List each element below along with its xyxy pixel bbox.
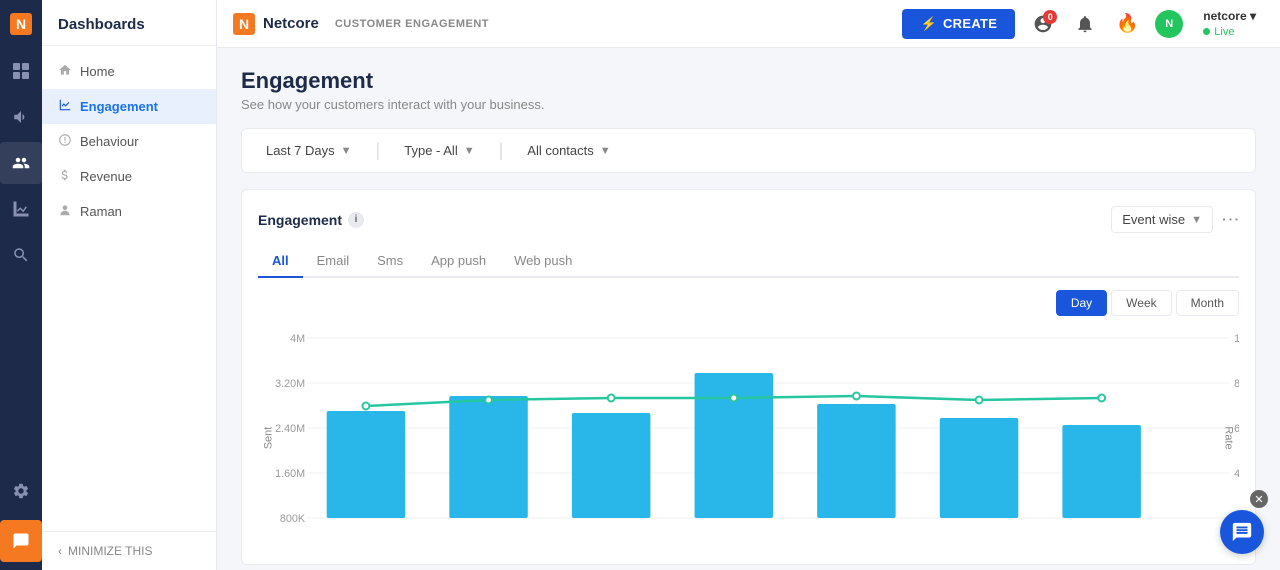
svg-text:Rate: Rate bbox=[1222, 426, 1234, 449]
svg-text:4M: 4M bbox=[290, 333, 305, 345]
search-zoom-icon[interactable] bbox=[0, 234, 42, 276]
account-icon-button[interactable]: 0 bbox=[1027, 8, 1059, 40]
chart-tabs: All Email Sms App push Web push bbox=[258, 245, 1239, 278]
grid-icon[interactable] bbox=[0, 50, 42, 92]
chart-header: Engagement i Event wise ▼ ⋮ bbox=[258, 206, 1239, 233]
filter-separator-2: | bbox=[499, 140, 504, 161]
chevron-down-icon: ▼ bbox=[341, 145, 352, 157]
svg-text:2.40M: 2.40M bbox=[275, 423, 305, 435]
type-chevron-icon: ▼ bbox=[464, 145, 475, 157]
raman-icon bbox=[58, 203, 72, 220]
topbar-icons: 0 🔥 N netcore ▾ Live bbox=[1027, 5, 1264, 42]
create-button[interactable]: ⚡ CREATE bbox=[902, 9, 1015, 39]
page-title: Engagement bbox=[241, 68, 1256, 94]
engagement-chart-card: Engagement i Event wise ▼ ⋮ All Email Sm… bbox=[241, 189, 1256, 565]
home-icon bbox=[58, 63, 72, 80]
tab-email[interactable]: Email bbox=[303, 245, 364, 278]
chart-area: 4M 3.20M 2.40M 1.60M 800K 100% 80% 60% 4… bbox=[258, 328, 1239, 548]
contacts-chevron-icon: ▼ bbox=[600, 145, 611, 157]
time-period-buttons: Day Week Month bbox=[258, 290, 1239, 316]
topbar-brand: N Netcore CUSTOMER ENGAGEMENT bbox=[233, 13, 489, 35]
user-chip[interactable]: netcore ▾ Live bbox=[1195, 5, 1264, 42]
notification-bell-button[interactable] bbox=[1069, 8, 1101, 40]
sidebar-item-revenue[interactable]: Revenue bbox=[42, 159, 216, 194]
tab-app-push[interactable]: App push bbox=[417, 245, 500, 278]
info-icon[interactable]: i bbox=[348, 212, 364, 228]
engagement-icon bbox=[58, 98, 72, 115]
minimize-button[interactable]: ‹ MINIMIZE THIS bbox=[42, 531, 216, 570]
live-dot bbox=[1203, 28, 1210, 35]
svg-text:80%: 80% bbox=[1234, 378, 1239, 390]
svg-text:1.60M: 1.60M bbox=[275, 468, 305, 480]
event-chevron-icon: ▼ bbox=[1191, 214, 1202, 226]
page-subtitle: See how your customers interact with you… bbox=[241, 97, 1256, 112]
people-icon[interactable] bbox=[0, 142, 42, 184]
chart-svg: 4M 3.20M 2.40M 1.60M 800K 100% 80% 60% 4… bbox=[258, 328, 1239, 548]
tab-all[interactable]: All bbox=[258, 245, 303, 278]
day-button[interactable]: Day bbox=[1056, 290, 1107, 316]
chat-close-button[interactable]: ✕ bbox=[1250, 490, 1268, 508]
chart-icon[interactable] bbox=[0, 188, 42, 230]
brand-section: CUSTOMER ENGAGEMENT bbox=[335, 18, 489, 30]
megaphone-icon[interactable] bbox=[0, 96, 42, 138]
filter-bar: Last 7 Days ▼ | Type - All ▼ | All conta… bbox=[241, 128, 1256, 173]
sidebar-nav: Home Engagement Behaviour Revenue Raman bbox=[42, 46, 216, 531]
brand-name: Netcore bbox=[263, 15, 319, 32]
logo-area: N bbox=[0, 0, 42, 48]
svg-text:100%: 100% bbox=[1234, 333, 1239, 345]
fire-icon-button[interactable]: 🔥 bbox=[1111, 8, 1143, 40]
date-range-filter[interactable]: Last 7 Days ▼ bbox=[258, 139, 360, 162]
svg-text:800K: 800K bbox=[280, 513, 306, 525]
tab-sms[interactable]: Sms bbox=[363, 245, 417, 278]
contacts-label: All contacts bbox=[527, 143, 593, 158]
type-label: Type - All bbox=[404, 143, 457, 158]
gear-icon[interactable] bbox=[0, 470, 42, 512]
chevron-left-icon: ‹ bbox=[58, 544, 62, 558]
main-content: N Netcore CUSTOMER ENGAGEMENT ⚡ CREATE 0… bbox=[217, 0, 1280, 570]
live-status: Live bbox=[1214, 26, 1234, 38]
sidebar-title: Dashboards bbox=[42, 0, 216, 46]
svg-text:40%: 40% bbox=[1234, 468, 1239, 480]
chart-title-area: Engagement i bbox=[258, 212, 364, 228]
more-options-icon[interactable]: ⋮ bbox=[1220, 211, 1241, 229]
behaviour-icon bbox=[58, 133, 72, 150]
sidebar-item-raman[interactable]: Raman bbox=[42, 194, 216, 229]
tab-web-push[interactable]: Web push bbox=[500, 245, 586, 278]
svg-text:Sent: Sent bbox=[263, 427, 275, 450]
event-wise-select[interactable]: Event wise ▼ bbox=[1111, 206, 1213, 233]
sidebar-item-engagement[interactable]: Engagement bbox=[42, 89, 216, 124]
chat-icon[interactable] bbox=[0, 520, 42, 562]
user-name: netcore ▾ bbox=[1203, 9, 1256, 23]
topbar: N Netcore CUSTOMER ENGAGEMENT ⚡ CREATE 0… bbox=[217, 0, 1280, 48]
topbar-logo: N bbox=[233, 13, 255, 35]
sidebar: Dashboards Home Engagement Behaviour Rev… bbox=[42, 0, 217, 570]
week-button[interactable]: Week bbox=[1111, 290, 1171, 316]
contacts-filter[interactable]: All contacts ▼ bbox=[519, 139, 618, 162]
chat-widget-button[interactable] bbox=[1220, 510, 1264, 554]
filter-separator: | bbox=[376, 140, 381, 161]
sidebar-item-behaviour[interactable]: Behaviour bbox=[42, 124, 216, 159]
date-range-label: Last 7 Days bbox=[266, 143, 335, 158]
account-badge: 0 bbox=[1043, 10, 1057, 24]
svg-text:3.20M: 3.20M bbox=[275, 378, 305, 390]
revenue-icon bbox=[58, 168, 72, 185]
type-filter[interactable]: Type - All ▼ bbox=[396, 139, 482, 162]
green-avatar-button[interactable]: N bbox=[1153, 8, 1185, 40]
chart-controls: Event wise ▼ ⋮ bbox=[1111, 206, 1239, 233]
flame-icon: 🔥 bbox=[1116, 13, 1138, 34]
month-button[interactable]: Month bbox=[1176, 290, 1239, 316]
lightning-icon: ⚡ bbox=[920, 16, 937, 32]
sidebar-item-home[interactable]: Home bbox=[42, 54, 216, 89]
page-header: Engagement See how your customers intera… bbox=[241, 68, 1256, 112]
green-avatar: N bbox=[1155, 10, 1183, 38]
brand-logo[interactable]: N bbox=[10, 13, 32, 35]
page-content: Engagement See how your customers intera… bbox=[217, 48, 1280, 570]
icon-rail: N bbox=[0, 0, 42, 570]
